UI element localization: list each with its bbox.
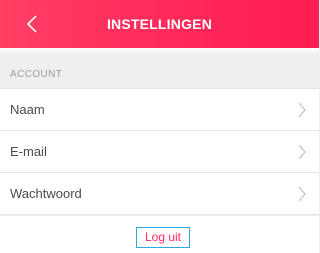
- settings-list: Naam E-mail Wachtwoord: [0, 88, 319, 215]
- logout-button[interactable]: Log uit: [136, 227, 190, 248]
- logout-area: Log uit: [0, 216, 319, 253]
- header-bar: INSTELLINGEN: [0, 0, 319, 48]
- row-label-email: E-mail: [10, 144, 47, 159]
- settings-row-password[interactable]: Wachtwoord: [0, 173, 319, 214]
- row-label-password: Wachtwoord: [10, 186, 82, 201]
- chevron-right-icon: [298, 102, 306, 118]
- settings-screen: INSTELLINGEN ACCOUNT Naam E-mail Wachtwo…: [0, 0, 319, 253]
- row-label-name: Naam: [10, 102, 45, 117]
- chevron-right-icon: [298, 186, 306, 202]
- chevron-right-icon: [298, 144, 306, 160]
- page-title: INSTELLINGEN: [106, 16, 213, 32]
- section-label-account: ACCOUNT: [10, 69, 63, 80]
- settings-row-email[interactable]: E-mail: [0, 131, 319, 173]
- settings-row-name[interactable]: Naam: [0, 89, 319, 131]
- header-shadow: [0, 48, 319, 54]
